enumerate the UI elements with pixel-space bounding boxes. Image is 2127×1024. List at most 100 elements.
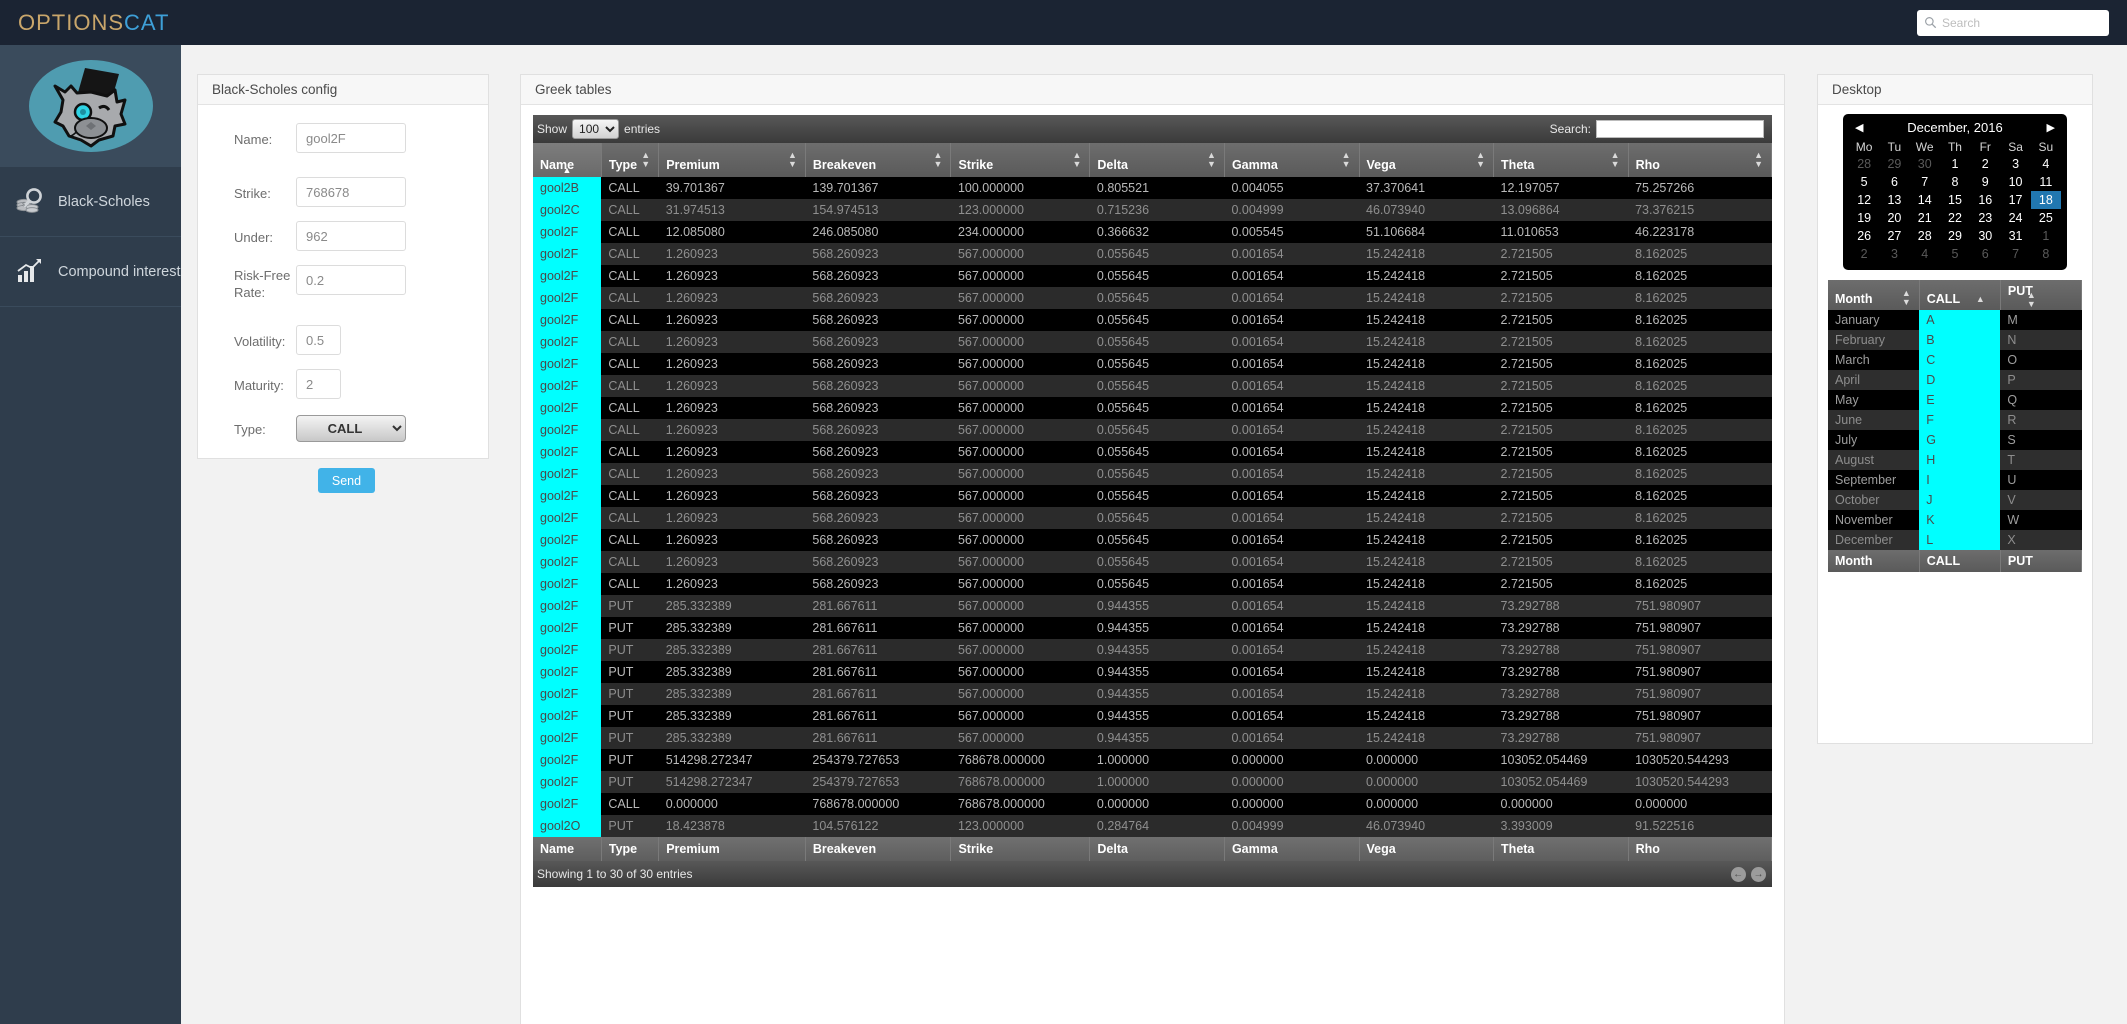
greek-col-header-premium[interactable]: Premium▲▼ xyxy=(659,143,806,177)
calendar-day[interactable]: 20 xyxy=(1879,209,1909,227)
calendar-day[interactable]: 3 xyxy=(2000,155,2030,173)
volatility-input[interactable] xyxy=(296,325,341,355)
calendar-day[interactable]: 31 xyxy=(2000,227,2030,245)
list-item[interactable]: DecemberLX xyxy=(1828,530,2082,550)
calendar-day-selected[interactable]: 18 xyxy=(2031,191,2061,209)
prev-month-arrow-icon[interactable]: ◀ xyxy=(1855,121,1863,134)
calendar-day[interactable]: 4 xyxy=(2031,155,2061,173)
month-col-header-call[interactable]: CALL▲ xyxy=(1919,280,2000,310)
calendar-day[interactable]: 1 xyxy=(1940,155,1970,173)
calendar-day[interactable]: 8 xyxy=(2031,245,2061,263)
next-page-button[interactable]: → xyxy=(1751,867,1766,882)
calendar-day[interactable]: 19 xyxy=(1849,209,1879,227)
table-row[interactable]: gool2FCALL12.085080246.085080234.0000000… xyxy=(533,221,1772,243)
table-row[interactable]: gool2FPUT285.332389281.667611567.0000000… xyxy=(533,683,1772,705)
table-search-input[interactable] xyxy=(1596,120,1764,138)
next-month-arrow-icon[interactable]: ▶ xyxy=(2047,121,2055,134)
month-col-header-put[interactable]: PUT▲▼ xyxy=(2000,280,2081,310)
greek-col-header-gamma[interactable]: Gamma▲▼ xyxy=(1224,143,1359,177)
entries-length-select[interactable]: 102550100 xyxy=(572,119,619,139)
list-item[interactable]: OctoberJV xyxy=(1828,490,2082,510)
table-row[interactable]: gool2FPUT514298.272347254379.72765376867… xyxy=(533,749,1772,771)
global-search-box[interactable] xyxy=(1917,10,2109,36)
calendar-day[interactable]: 4 xyxy=(1910,245,1940,263)
list-item[interactable]: JulyGS xyxy=(1828,430,2082,450)
table-row[interactable]: gool2BCALL39.701367139.701367100.0000000… xyxy=(533,177,1772,199)
name-input[interactable] xyxy=(296,123,406,153)
calendar-day[interactable]: 30 xyxy=(1970,227,2000,245)
under-input[interactable] xyxy=(296,221,406,251)
table-row[interactable]: gool2FPUT285.332389281.667611567.0000000… xyxy=(533,661,1772,683)
table-row[interactable]: gool2FPUT285.332389281.667611567.0000000… xyxy=(533,705,1772,727)
calendar-day[interactable]: 29 xyxy=(1940,227,1970,245)
list-item[interactable]: JanuaryAM xyxy=(1828,310,2082,330)
calendar-day[interactable]: 10 xyxy=(2000,173,2030,191)
calendar-day[interactable]: 24 xyxy=(2000,209,2030,227)
send-button[interactable]: Send xyxy=(318,468,375,493)
calendar-day[interactable]: 14 xyxy=(1910,191,1940,209)
list-item[interactable]: AugustHT xyxy=(1828,450,2082,470)
greek-col-header-vega[interactable]: Vega▲▼ xyxy=(1359,143,1494,177)
table-row[interactable]: gool2FCALL1.260923568.260923567.0000000.… xyxy=(533,331,1772,353)
list-item[interactable]: MayEQ xyxy=(1828,390,2082,410)
table-row[interactable]: gool2FPUT514298.272347254379.72765376867… xyxy=(533,771,1772,793)
calendar-day[interactable]: 28 xyxy=(1849,155,1879,173)
table-row[interactable]: gool2FCALL1.260923568.260923567.0000000.… xyxy=(533,353,1772,375)
calendar-day[interactable]: 2 xyxy=(1970,155,2000,173)
sidebar-item-compound-interest[interactable]: Compound interest xyxy=(0,237,181,307)
table-row[interactable]: gool2FCALL1.260923568.260923567.0000000.… xyxy=(533,551,1772,573)
table-row[interactable]: gool2FCALL1.260923568.260923567.0000000.… xyxy=(533,573,1772,595)
calendar-day[interactable]: 25 xyxy=(2031,209,2061,227)
calendar-day[interactable]: 13 xyxy=(1879,191,1909,209)
app-logo[interactable]: OPTIONSCAT xyxy=(18,10,169,36)
list-item[interactable]: MarchCO xyxy=(1828,350,2082,370)
table-row[interactable]: gool2FCALL1.260923568.260923567.0000000.… xyxy=(533,463,1772,485)
table-row[interactable]: gool2FPUT285.332389281.667611567.0000000… xyxy=(533,617,1772,639)
calendar-day[interactable]: 23 xyxy=(1970,209,2000,227)
calendar-day[interactable]: 30 xyxy=(1910,155,1940,173)
greek-col-header-delta[interactable]: Delta▲▼ xyxy=(1090,143,1225,177)
list-item[interactable]: NovemberKW xyxy=(1828,510,2082,530)
table-row[interactable]: gool2FCALL1.260923568.260923567.0000000.… xyxy=(533,441,1772,463)
calendar-day[interactable]: 6 xyxy=(1879,173,1909,191)
list-item[interactable]: JuneFR xyxy=(1828,410,2082,430)
greek-col-header-rho[interactable]: Rho▲▼ xyxy=(1628,143,1771,177)
calendar-day[interactable]: 12 xyxy=(1849,191,1879,209)
calendar-day[interactable]: 11 xyxy=(2031,173,2061,191)
table-row[interactable]: gool2FCALL1.260923568.260923567.0000000.… xyxy=(533,529,1772,551)
table-row[interactable]: gool2FCALL0.000000768678.000000768678.00… xyxy=(533,793,1772,815)
table-row[interactable]: gool2FCALL1.260923568.260923567.0000000.… xyxy=(533,243,1772,265)
list-item[interactable]: AprilDP xyxy=(1828,370,2082,390)
table-row[interactable]: gool2FCALL1.260923568.260923567.0000000.… xyxy=(533,419,1772,441)
calendar-day[interactable]: 21 xyxy=(1910,209,1940,227)
calendar-day[interactable]: 7 xyxy=(1910,173,1940,191)
table-row[interactable]: gool2FPUT285.332389281.667611567.0000000… xyxy=(533,727,1772,749)
strike-input[interactable] xyxy=(296,177,406,207)
table-row[interactable]: gool2FCALL1.260923568.260923567.0000000.… xyxy=(533,507,1772,529)
calendar-day[interactable]: 15 xyxy=(1940,191,1970,209)
table-row[interactable]: gool2FPUT285.332389281.667611567.0000000… xyxy=(533,595,1772,617)
prev-page-button[interactable]: ← xyxy=(1731,867,1746,882)
sidebar-item-black-scholes[interactable]: $ Black-Scholes xyxy=(0,167,181,237)
calendar-day[interactable]: 16 xyxy=(1970,191,2000,209)
maturity-input[interactable] xyxy=(296,369,341,399)
table-row[interactable]: gool2FCALL1.260923568.260923567.0000000.… xyxy=(533,265,1772,287)
calendar-day[interactable]: 8 xyxy=(1940,173,1970,191)
calendar-day[interactable]: 22 xyxy=(1940,209,1970,227)
greek-col-header-type[interactable]: Type▲▼ xyxy=(601,143,658,177)
table-row[interactable]: gool2FCALL1.260923568.260923567.0000000.… xyxy=(533,287,1772,309)
table-row[interactable]: gool2FCALL1.260923568.260923567.0000000.… xyxy=(533,397,1772,419)
greek-col-header-theta[interactable]: Theta▲▼ xyxy=(1494,143,1629,177)
type-select[interactable]: CALLPUT xyxy=(296,415,406,442)
calendar-day[interactable]: 27 xyxy=(1879,227,1909,245)
calendar-day[interactable]: 2 xyxy=(1849,245,1879,263)
month-col-header-month[interactable]: Month▲▼ xyxy=(1828,280,1919,310)
calendar-day[interactable]: 28 xyxy=(1910,227,1940,245)
greek-col-header-strike[interactable]: Strike▲▼ xyxy=(951,143,1090,177)
table-row[interactable]: gool2FPUT285.332389281.667611567.0000000… xyxy=(533,639,1772,661)
table-row[interactable]: gool2FCALL1.260923568.260923567.0000000.… xyxy=(533,485,1772,507)
calendar-day[interactable]: 6 xyxy=(1970,245,2000,263)
table-row[interactable]: gool2OPUT18.423878104.576122123.0000000.… xyxy=(533,815,1772,837)
table-row[interactable]: gool2CCALL31.974513154.974513123.0000000… xyxy=(533,199,1772,221)
global-search-input[interactable] xyxy=(1942,12,2092,34)
